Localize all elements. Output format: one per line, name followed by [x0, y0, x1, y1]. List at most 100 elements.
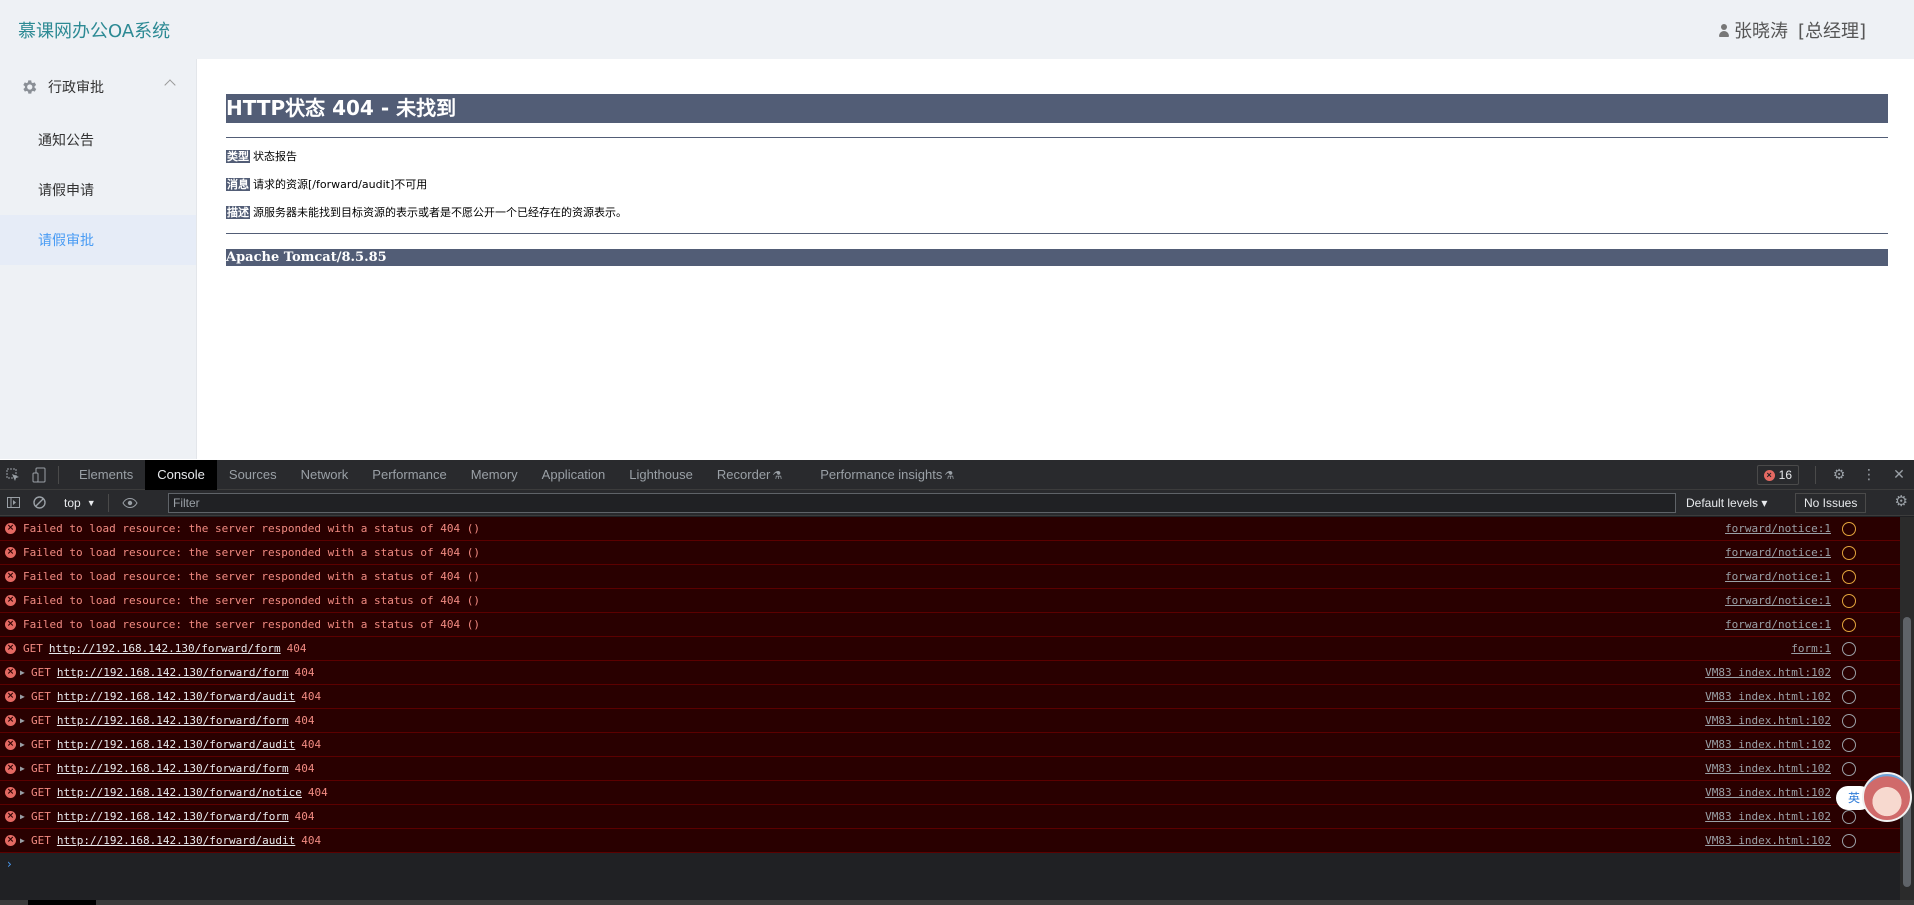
expand-triangle-icon[interactable]: ▶ — [20, 668, 31, 677]
issues-button[interactable]: No Issues — [1795, 493, 1867, 513]
log-request-url[interactable]: http://192.168.142.130/forward/form — [57, 666, 289, 679]
console-error-row[interactable]: × ▶ GET http://192.168.142.130/forward/form… — [0, 709, 1900, 733]
tab-recorder[interactable]: Recorder ⚗ — [705, 460, 794, 490]
network-request-icon[interactable] — [1842, 738, 1856, 752]
ime-floating-widget[interactable]: 英 — [1836, 770, 1914, 826]
scrollbar-thumb[interactable] — [1903, 617, 1911, 887]
device-toolbar-icon[interactable] — [26, 460, 52, 490]
console-filter-input[interactable] — [168, 493, 1676, 513]
network-request-icon[interactable] — [1842, 642, 1856, 656]
network-warning-icon[interactable] — [1842, 570, 1856, 584]
network-warning-icon[interactable] — [1842, 594, 1856, 608]
error-count: 16 — [1778, 468, 1792, 482]
live-expression-eye-icon[interactable] — [117, 488, 143, 518]
console-error-row[interactable]: × ▶ GET http://192.168.142.130/forward/audi… — [0, 685, 1900, 709]
expand-triangle-icon[interactable]: ▶ — [20, 836, 31, 845]
expand-triangle-icon[interactable]: ▶ — [20, 692, 31, 701]
context-label: top — [64, 495, 81, 510]
console-error-row[interactable]: × ▶ GET http://192.168.142.130/forward/audi… — [0, 829, 1900, 853]
error-desc-tag: 描述 — [226, 206, 250, 219]
console-error-row[interactable]: × Failed to load resource: the server res… — [0, 565, 1900, 589]
log-source-link[interactable]: VM83 index.html:102 — [1705, 786, 1831, 799]
tab-memory[interactable]: Memory — [459, 460, 530, 490]
sidebar-item-leave-approval[interactable]: 请假审批 — [0, 215, 196, 265]
tab-application[interactable]: Application — [530, 460, 618, 490]
error-type-text: 状态报告 — [253, 150, 297, 163]
network-request-icon[interactable] — [1842, 714, 1856, 728]
log-source-link[interactable]: VM83 index.html:102 — [1705, 666, 1831, 679]
log-source-link[interactable]: VM83 index.html:102 — [1705, 738, 1831, 751]
console-error-row[interactable]: × Failed to load resource: the server res… — [0, 517, 1900, 541]
inspect-element-icon[interactable] — [0, 460, 26, 490]
network-request-icon[interactable] — [1842, 690, 1856, 704]
sidebar-item-label: 请假审批 — [38, 233, 94, 249]
log-source-link[interactable]: forward/notice:1 — [1725, 594, 1831, 607]
network-request-icon[interactable] — [1842, 666, 1856, 680]
more-options-icon[interactable]: ⋮ — [1854, 460, 1884, 490]
log-source-link[interactable]: forward/notice:1 — [1725, 618, 1831, 631]
log-source-link[interactable]: VM83 index.html:102 — [1705, 834, 1831, 847]
console-scrollbar[interactable] — [1900, 517, 1914, 905]
console-error-row[interactable]: × ▶ GET http://192.168.142.130/forward/audi… — [0, 733, 1900, 757]
console-settings-gear-icon[interactable]: ⚙ — [1895, 492, 1908, 510]
log-request-url[interactable]: http://192.168.142.130/forward/audit — [57, 690, 295, 703]
log-request-url[interactable]: http://192.168.142.130/forward/audit — [57, 834, 295, 847]
expand-triangle-icon[interactable]: ▶ — [20, 740, 31, 749]
context-selector[interactable]: top ▼ — [58, 493, 102, 513]
sidebar-item-notice[interactable]: 通知公告 — [0, 115, 196, 165]
error-count-badge[interactable]: × 16 — [1756, 465, 1799, 485]
clear-console-icon[interactable] — [26, 488, 52, 518]
drawer-handle[interactable] — [28, 900, 96, 905]
tab-performance-insights[interactable]: Performance insights ⚗ — [808, 460, 966, 490]
console-error-row[interactable]: × Failed to load resource: the server res… — [0, 541, 1900, 565]
log-levels-dropdown[interactable]: Default levels ▾ — [1686, 493, 1767, 513]
app-title[interactable]: 慕课网办公OA系统 — [18, 17, 170, 43]
error-icon: × — [5, 595, 16, 606]
log-request-url[interactable]: http://192.168.142.130/forward/notice — [57, 786, 302, 799]
log-source-link[interactable]: VM83 index.html:102 — [1705, 714, 1831, 727]
log-request-url[interactable]: http://192.168.142.130/forward/form — [49, 642, 281, 655]
expand-triangle-icon[interactable]: ▶ — [20, 716, 31, 725]
log-source-link[interactable]: forward/notice:1 — [1725, 570, 1831, 583]
log-message: GET — [31, 762, 51, 775]
network-warning-icon[interactable] — [1842, 618, 1856, 632]
tab-console[interactable]: Console — [145, 459, 217, 490]
expand-triangle-icon[interactable]: ▶ — [20, 812, 31, 821]
console-error-row[interactable]: × ▶ GET http://192.168.142.130/forward/form… — [0, 805, 1900, 829]
log-source-link[interactable]: form:1 — [1791, 642, 1831, 655]
console-prompt[interactable]: › — [0, 853, 1900, 875]
console-error-row[interactable]: × Failed to load resource: the server res… — [0, 589, 1900, 613]
network-request-icon[interactable] — [1842, 834, 1856, 848]
log-source-link[interactable]: forward/notice:1 — [1725, 546, 1831, 559]
tab-performance[interactable]: Performance — [360, 460, 458, 490]
log-source-link[interactable]: VM83 index.html:102 — [1705, 762, 1831, 775]
log-source-link[interactable]: VM83 index.html:102 — [1705, 810, 1831, 823]
log-request-url[interactable]: http://192.168.142.130/forward/audit — [57, 738, 295, 751]
console-error-row[interactable]: × GET http://192.168.142.130/forward/form 4… — [0, 637, 1900, 661]
console-error-row[interactable]: × ▶ GET http://192.168.142.130/forward/form… — [0, 661, 1900, 685]
expand-triangle-icon[interactable]: ▶ — [20, 764, 31, 773]
sidebar-item-leave-request[interactable]: 请假申请 — [0, 165, 196, 215]
tab-network[interactable]: Network — [289, 460, 361, 490]
log-source-link[interactable]: forward/notice:1 — [1725, 522, 1831, 535]
tab-lighthouse[interactable]: Lighthouse — [617, 460, 705, 490]
console-error-row[interactable]: × Failed to load resource: the server res… — [0, 613, 1900, 637]
console-error-row[interactable]: × ▶ GET http://192.168.142.130/forward/noti… — [0, 781, 1900, 805]
network-warning-icon[interactable] — [1842, 522, 1856, 536]
expand-triangle-icon[interactable]: ▶ — [20, 788, 31, 797]
network-warning-icon[interactable] — [1842, 546, 1856, 560]
tab-elements[interactable]: Elements — [67, 460, 145, 490]
close-icon[interactable]: ✕ — [1884, 460, 1914, 490]
log-request-url[interactable]: http://192.168.142.130/forward/form — [57, 762, 289, 775]
sidebar-toggle-icon[interactable] — [0, 488, 26, 518]
user-menu[interactable]: 张晓涛 [总经理] — [1718, 17, 1866, 43]
log-source-link[interactable]: VM83 index.html:102 — [1705, 690, 1831, 703]
settings-gear-icon[interactable]: ⚙ — [1824, 460, 1854, 490]
console-error-row[interactable]: × ▶ GET http://192.168.142.130/forward/form… — [0, 757, 1900, 781]
tab-sources[interactable]: Sources — [217, 460, 289, 490]
log-request-url[interactable]: http://192.168.142.130/forward/form — [57, 810, 289, 823]
sidebar-group-admin-approval[interactable]: 行政审批 — [0, 59, 196, 115]
tab-label: Memory — [470, 466, 518, 482]
ime-avatar-image[interactable] — [1862, 772, 1912, 822]
log-request-url[interactable]: http://192.168.142.130/forward/form — [57, 714, 289, 727]
